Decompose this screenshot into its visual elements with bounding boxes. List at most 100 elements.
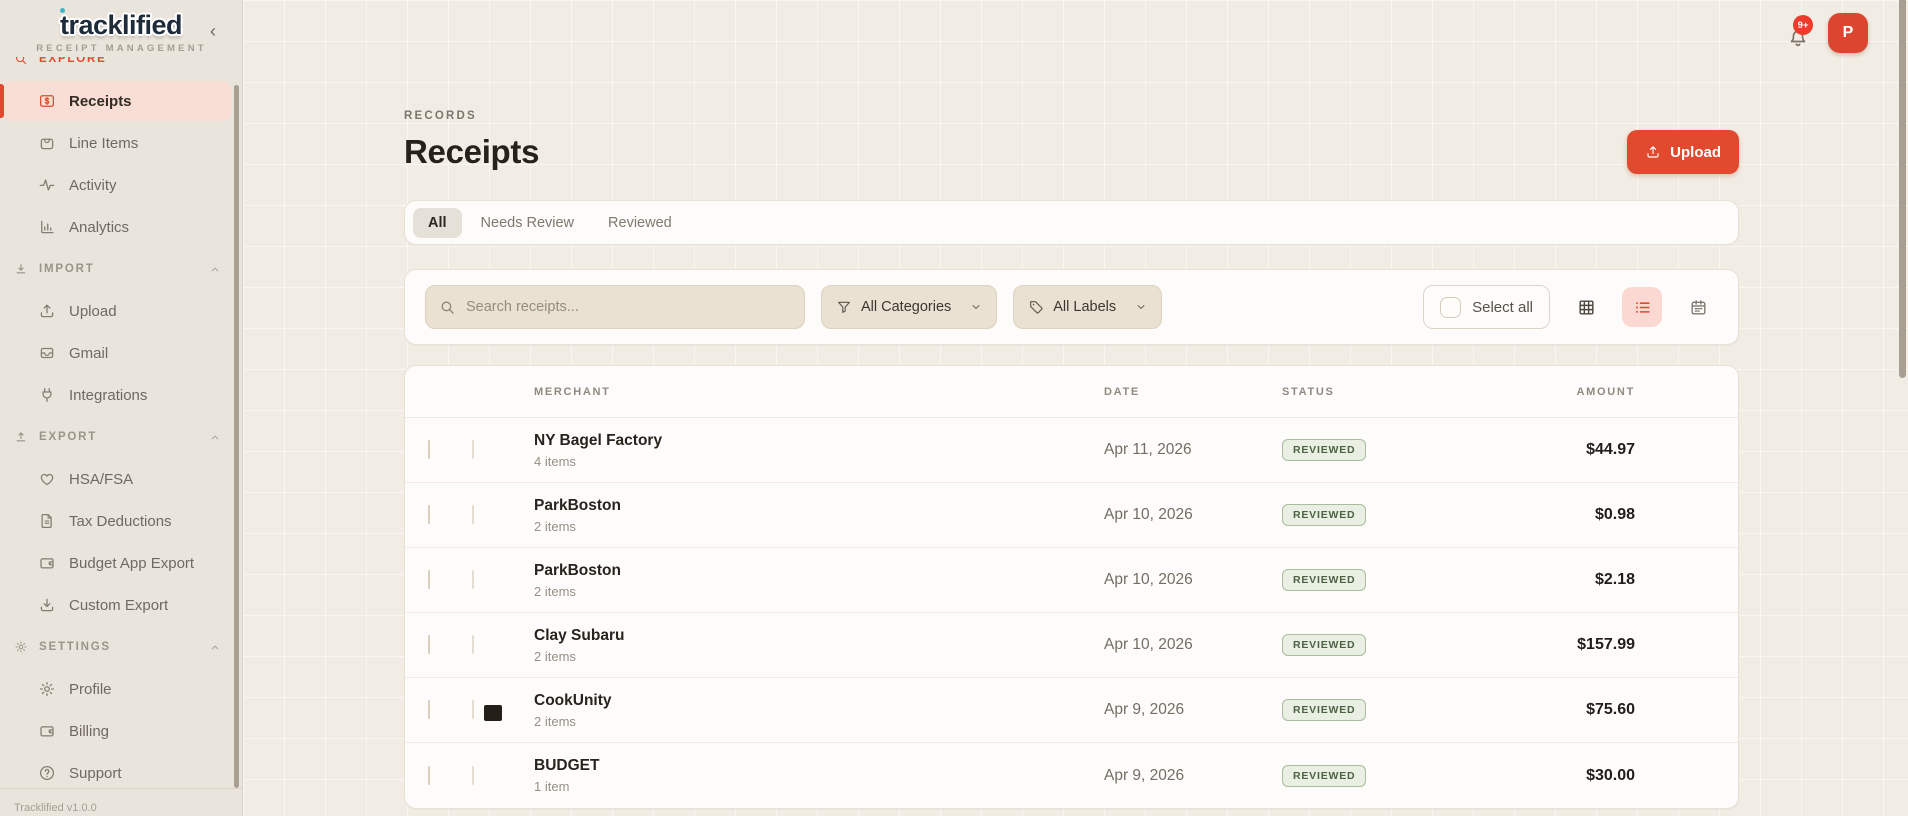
- chevron-up-icon: [208, 264, 222, 275]
- row-checkbox[interactable]: [428, 505, 430, 524]
- sidebar-section-export[interactable]: EXPORT: [0, 416, 242, 458]
- receipt-thumbnail: [472, 505, 474, 524]
- sidebar-collapse-icon[interactable]: ‹: [210, 22, 216, 40]
- section-label: IMPORT: [39, 263, 95, 275]
- table-row[interactable]: CookUnity2 items Apr 9, 2026 REVIEWED $7…: [405, 678, 1738, 743]
- merchant-name: ParkBoston: [534, 497, 1104, 515]
- sidebar-item-analytics[interactable]: Analytics: [0, 206, 242, 248]
- sidebar-item-upload[interactable]: Upload: [0, 290, 242, 332]
- sidebar-section-import[interactable]: IMPORT: [0, 248, 242, 290]
- sidebar-item-integrations[interactable]: Integrations: [0, 374, 242, 416]
- row-checkbox[interactable]: [428, 440, 430, 459]
- sidebar-item-receipts[interactable]: Receipts: [3, 81, 232, 121]
- column-header-amount: AMOUNT: [1487, 386, 1635, 398]
- heart-icon: [38, 470, 56, 488]
- grid-view-button[interactable]: [1566, 287, 1606, 327]
- table-row[interactable]: ParkBoston2 items Apr 10, 2026 REVIEWED …: [405, 483, 1738, 548]
- sidebar-item-support[interactable]: Support: [0, 752, 242, 788]
- receipt-date: Apr 10, 2026: [1104, 571, 1282, 589]
- receipt-thumbnail: [472, 766, 474, 785]
- tab-reviewed[interactable]: Reviewed: [593, 208, 687, 238]
- sidebar-item-label: Gmail: [69, 345, 108, 362]
- chevron-down-icon: [970, 301, 982, 313]
- item-count: 2 items: [534, 584, 1104, 599]
- section-label: EXPORT: [39, 431, 97, 443]
- receipt-thumbnail: [472, 700, 474, 719]
- app-logo: tracklified: [36, 10, 206, 41]
- receipt-date: Apr 9, 2026: [1104, 767, 1282, 785]
- calendar-icon: [1689, 298, 1708, 317]
- row-checkbox[interactable]: [428, 635, 430, 654]
- row-checkbox[interactable]: [428, 766, 430, 785]
- sidebar-item-label: Support: [69, 765, 122, 782]
- topbar: 9+ P: [1786, 13, 1868, 53]
- tab-needs-review[interactable]: Needs Review: [466, 208, 590, 238]
- upload-button-label: Upload: [1670, 144, 1721, 161]
- sidebar-item-label: Profile: [69, 681, 112, 698]
- sidebar-item-activity[interactable]: Activity: [0, 164, 242, 206]
- upload-button[interactable]: Upload: [1627, 130, 1739, 174]
- section-label: SETTINGS: [39, 641, 111, 653]
- sidebar-item-label: Activity: [69, 177, 117, 194]
- gear-icon: [38, 680, 56, 698]
- calendar-view-button[interactable]: [1678, 287, 1718, 327]
- app-version: Tracklified v1.0.0: [0, 788, 242, 816]
- row-checkbox[interactable]: [428, 570, 430, 589]
- tab-all[interactable]: All: [413, 208, 462, 238]
- row-checkbox[interactable]: [428, 700, 430, 719]
- merchant-name: CookUnity: [534, 692, 1104, 710]
- sidebar-item-custom-export[interactable]: Custom Export: [0, 584, 242, 626]
- search-input[interactable]: [466, 299, 791, 315]
- status-badge: REVIEWED: [1282, 634, 1366, 656]
- item-count: 2 items: [534, 714, 1104, 729]
- logo-text: tracklified: [60, 10, 182, 40]
- grid-icon: [1577, 298, 1596, 317]
- document-icon: [38, 512, 56, 530]
- sidebar: tracklified RECEIPT MANAGEMENT ‹ EXPLORE…: [0, 0, 243, 816]
- select-all-control[interactable]: Select all: [1423, 285, 1550, 329]
- categories-dropdown[interactable]: All Categories: [821, 285, 997, 329]
- page-scrollbar-thumb[interactable]: [1899, 0, 1906, 378]
- sidebar-item-budget-app-export[interactable]: Budget App Export: [0, 542, 242, 584]
- notifications-button[interactable]: 9+: [1786, 24, 1810, 50]
- sidebar-section-settings[interactable]: SETTINGS: [0, 626, 242, 668]
- sidebar-item-line-items[interactable]: Line Items: [0, 122, 242, 164]
- item-count: 2 items: [534, 649, 1104, 664]
- inbox-icon: [38, 344, 56, 362]
- labels-dropdown[interactable]: All Labels: [1013, 285, 1162, 329]
- sidebar-item-hsa-fsa[interactable]: HSA/FSA: [0, 458, 242, 500]
- avatar[interactable]: P: [1828, 13, 1868, 53]
- notification-badge: 9+: [1793, 15, 1813, 35]
- import-icon: [14, 262, 28, 276]
- receipt-thumbnail: [472, 635, 474, 654]
- table-row[interactable]: BUDGET1 item Apr 9, 2026 REVIEWED $30.00: [405, 743, 1738, 808]
- wallet-icon: [38, 554, 56, 572]
- sidebar-item-billing[interactable]: Billing: [0, 710, 242, 752]
- table-row[interactable]: NY Bagel Factory4 items Apr 11, 2026 REV…: [405, 418, 1738, 483]
- sidebar-scrollbar-thumb[interactable]: [234, 85, 239, 788]
- sidebar-item-tax-deductions[interactable]: Tax Deductions: [0, 500, 242, 542]
- sidebar-section-explore[interactable]: EXPLORE: [0, 57, 242, 80]
- main-area: 9+ P RECORDS Receipts Upload All Needs R…: [243, 0, 1908, 816]
- table-row[interactable]: ParkBoston2 items Apr 10, 2026 REVIEWED …: [405, 548, 1738, 613]
- receipt-amount: $30.00: [1487, 767, 1635, 785]
- receipt-amount: $157.99: [1487, 636, 1635, 654]
- page-title: Receipts: [404, 133, 539, 171]
- chevron-up-icon: [208, 642, 222, 653]
- sidebar-item-label: Upload: [69, 303, 117, 320]
- sidebar-item-gmail[interactable]: Gmail: [0, 332, 242, 374]
- receipt-date: Apr 9, 2026: [1104, 701, 1282, 719]
- select-all-checkbox[interactable]: [1440, 297, 1461, 318]
- list-view-button[interactable]: [1622, 287, 1662, 327]
- sidebar-item-label: Tax Deductions: [69, 513, 172, 530]
- question-circle-icon: [38, 764, 56, 782]
- sidebar-item-profile[interactable]: Profile: [0, 668, 242, 710]
- table-row[interactable]: Clay Subaru2 items Apr 10, 2026 REVIEWED…: [405, 613, 1738, 678]
- app-root: tracklified RECEIPT MANAGEMENT ‹ EXPLORE…: [0, 0, 1908, 816]
- receipt-icon: [38, 92, 56, 110]
- item-count: 2 items: [534, 519, 1104, 534]
- breadcrumb: RECORDS: [404, 110, 1739, 122]
- receipt-amount: $0.98: [1487, 506, 1635, 524]
- receipt-date: Apr 10, 2026: [1104, 506, 1282, 524]
- plug-icon: [38, 386, 56, 404]
